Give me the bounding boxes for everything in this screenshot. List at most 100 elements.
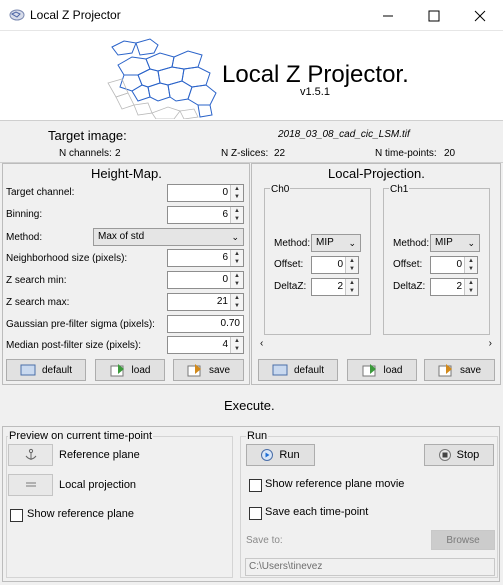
- scroll-left-icon[interactable]: ‹: [260, 338, 263, 349]
- execute-title: Execute.: [224, 398, 275, 413]
- ch1-offset-spinner[interactable]: 0 ▲ ▼: [430, 256, 478, 274]
- spin-down-icon[interactable]: ▼: [231, 193, 243, 201]
- spin-down-icon[interactable]: ▼: [346, 287, 358, 295]
- zmax-label: Z search max:: [6, 297, 70, 308]
- target-channel-spinner[interactable]: 0 ▲ ▼: [167, 184, 244, 202]
- zmax-value: 21: [216, 296, 228, 307]
- reference-plane-button[interactable]: [8, 444, 53, 466]
- run-button[interactable]: Run: [246, 444, 315, 466]
- localproj-default-button[interactable]: default: [258, 359, 338, 381]
- save-icon: [187, 364, 201, 377]
- channels-scrollbar[interactable]: ‹ ›: [258, 338, 496, 352]
- spin-down-icon[interactable]: ▼: [346, 265, 358, 273]
- spinner-buttons[interactable]: ▲ ▼: [230, 185, 243, 201]
- save-path-field[interactable]: C:\Users\tinevez: [245, 558, 495, 576]
- spinner-buttons[interactable]: ▲ ▼: [464, 257, 477, 273]
- spin-down-icon[interactable]: ▼: [465, 287, 477, 295]
- projection-icon: [25, 482, 36, 487]
- spin-up-icon[interactable]: ▲: [231, 272, 243, 280]
- spin-down-icon[interactable]: ▼: [465, 265, 477, 273]
- ch1-method-dropdown[interactable]: MIP ⌄: [430, 234, 480, 252]
- spinner-buttons[interactable]: ▲ ▼: [345, 279, 358, 295]
- method-value: Max of std: [98, 231, 145, 242]
- target-channel-label: Target channel:: [6, 187, 75, 198]
- spin-up-icon[interactable]: ▲: [346, 279, 358, 287]
- spin-up-icon[interactable]: ▲: [231, 337, 243, 345]
- reference-plane-label: Reference plane: [59, 449, 140, 461]
- ch1-deltaz-value: 2: [456, 281, 462, 292]
- zmin-value: 0: [222, 274, 228, 285]
- stop-button[interactable]: Stop: [424, 444, 494, 466]
- timepoints-value: 20: [444, 148, 456, 159]
- ch0-offset-spinner[interactable]: 0 ▲ ▼: [311, 256, 359, 274]
- show-reference-plane-label: Show reference plane: [27, 508, 135, 520]
- binning-spinner[interactable]: 6 ▲ ▼: [167, 206, 244, 224]
- spin-down-icon[interactable]: ▼: [231, 280, 243, 288]
- spin-up-icon[interactable]: ▲: [346, 257, 358, 265]
- spinner-buttons[interactable]: ▲ ▼: [345, 257, 358, 273]
- ch0-method-dropdown[interactable]: MIP ⌄: [311, 234, 361, 252]
- browse-button[interactable]: Browse: [431, 530, 495, 550]
- spinner-buttons[interactable]: ▲ ▼: [230, 250, 243, 266]
- target-image-label: Target image:: [48, 128, 127, 143]
- zslices-value: 22: [274, 148, 286, 159]
- localproj-load-button[interactable]: load: [347, 359, 417, 381]
- maximize-button[interactable]: [411, 0, 457, 31]
- heightmap-save-button[interactable]: save: [173, 359, 244, 381]
- app-version: v1.5.1: [300, 86, 330, 98]
- method-dropdown[interactable]: Max of std ⌄: [93, 228, 244, 246]
- ch0-offset-value: 0: [337, 259, 343, 270]
- binning-label: Binning:: [6, 209, 43, 220]
- close-icon: [474, 10, 486, 21]
- show-movie-checkbox[interactable]: [249, 479, 262, 492]
- save-each-checkbox[interactable]: [249, 507, 262, 520]
- neighborhood-spinner[interactable]: 6 ▲ ▼: [167, 249, 244, 267]
- save-icon: [438, 364, 452, 377]
- minimize-button[interactable]: [365, 0, 411, 31]
- heightmap-default-button[interactable]: default: [6, 359, 86, 381]
- ch1-deltaz-label: DeltaZ:: [393, 281, 426, 292]
- ch1-method-value: MIP: [435, 237, 453, 248]
- browse-label: Browse: [446, 534, 480, 546]
- channels-label: N channels:: [59, 148, 112, 159]
- spin-down-icon[interactable]: ▼: [231, 345, 243, 353]
- ch1-offset-value: 0: [456, 259, 462, 270]
- spinner-buttons[interactable]: ▲ ▼: [230, 207, 243, 223]
- zmax-spinner[interactable]: 21 ▲ ▼: [167, 293, 244, 311]
- local-projection-button[interactable]: [8, 474, 53, 496]
- zmin-spinner[interactable]: 0 ▲ ▼: [167, 271, 244, 289]
- spin-up-icon[interactable]: ▲: [231, 294, 243, 302]
- window-title: Local Z Projector: [30, 8, 121, 22]
- target-filename: 2018_03_08_cad_cic_LSM.tif: [278, 129, 410, 140]
- show-reference-plane-checkbox[interactable]: [10, 509, 23, 522]
- app-name: Local Z Projector.: [222, 61, 409, 88]
- ch1-deltaz-spinner[interactable]: 2 ▲ ▼: [430, 278, 478, 296]
- gauss-value: 0.70: [220, 318, 240, 329]
- gauss-input[interactable]: 0.70: [167, 315, 244, 333]
- anchor-icon: [25, 448, 36, 460]
- spinner-buttons[interactable]: ▲ ▼: [230, 294, 243, 310]
- spin-up-icon[interactable]: ▲: [465, 257, 477, 265]
- spin-down-icon[interactable]: ▼: [231, 302, 243, 310]
- cell-mesh-logo: [107, 38, 217, 119]
- ch0-deltaz-spinner[interactable]: 2 ▲ ▼: [311, 278, 359, 296]
- load-label: load: [383, 364, 403, 376]
- heightmap-load-button[interactable]: load: [95, 359, 165, 381]
- spinner-buttons[interactable]: ▲ ▼: [230, 337, 243, 353]
- ch0-deltaz-value: 2: [337, 281, 343, 292]
- spin-up-icon[interactable]: ▲: [231, 207, 243, 215]
- reset-icon: [20, 364, 36, 376]
- spin-up-icon[interactable]: ▲: [231, 185, 243, 193]
- scroll-right-icon[interactable]: ›: [489, 338, 492, 349]
- neighborhood-label: Neighborhood size (pixels):: [6, 253, 128, 264]
- spin-up-icon[interactable]: ▲: [465, 279, 477, 287]
- median-spinner[interactable]: 4 ▲ ▼: [167, 336, 244, 354]
- close-button[interactable]: [457, 0, 503, 31]
- spin-down-icon[interactable]: ▼: [231, 258, 243, 266]
- spinner-buttons[interactable]: ▲ ▼: [230, 272, 243, 288]
- spinner-buttons[interactable]: ▲ ▼: [464, 279, 477, 295]
- localproj-save-button[interactable]: save: [424, 359, 495, 381]
- spin-down-icon[interactable]: ▼: [231, 215, 243, 223]
- spin-up-icon[interactable]: ▲: [231, 250, 243, 258]
- maximize-icon: [428, 10, 440, 21]
